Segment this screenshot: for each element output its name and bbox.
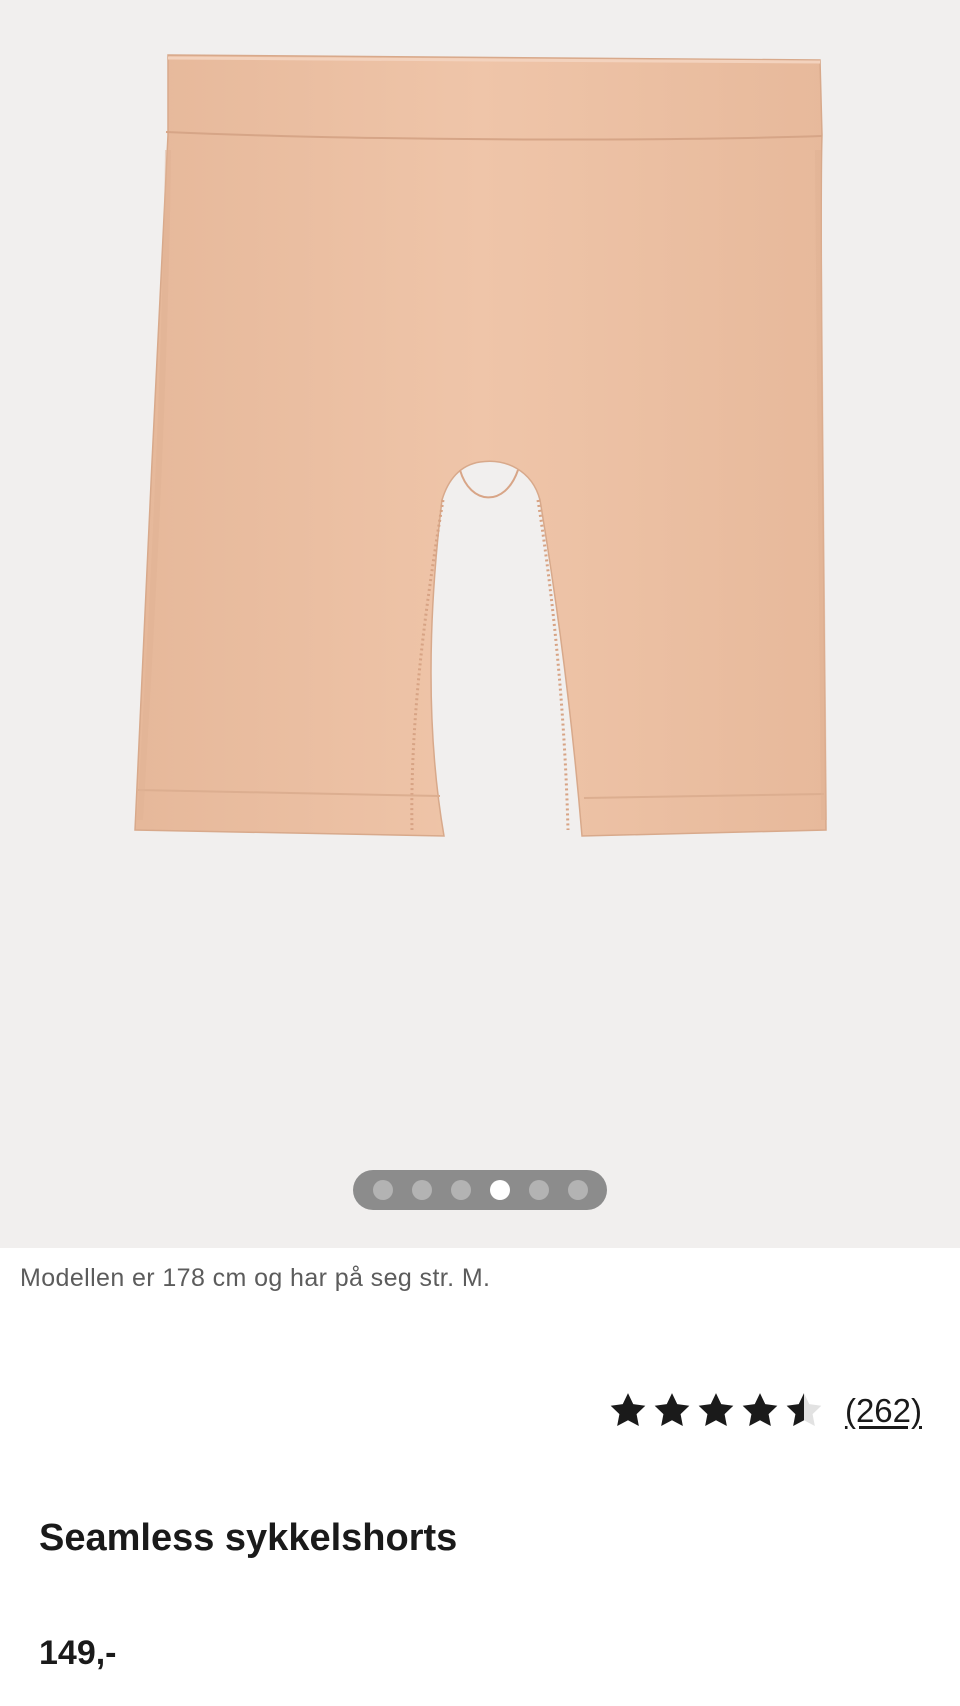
review-count-link[interactable]: (262): [845, 1392, 922, 1430]
product-price: 149,-: [39, 1634, 117, 1672]
product-title: Seamless sykkelshorts: [39, 1517, 458, 1559]
pagination-dot[interactable]: [528, 1180, 549, 1200]
star-half-icon: [786, 1393, 822, 1427]
product-image-gallery[interactable]: [0, 0, 960, 1248]
model-info-text: Modellen er 178 cm og har på seg str. M.: [20, 1264, 491, 1292]
pagination-dot[interactable]: [450, 1180, 471, 1200]
pagination-dot[interactable]: [411, 1180, 432, 1200]
rating-stars: [607, 1390, 825, 1432]
star-full-icon: [698, 1393, 734, 1427]
star-full-icon: [654, 1393, 690, 1427]
star-full-icon: [610, 1393, 646, 1427]
pagination-dot[interactable]: [372, 1180, 393, 1200]
image-pagination[interactable]: [353, 1170, 607, 1210]
product-rating[interactable]: (262): [607, 1390, 922, 1432]
product-image[interactable]: [0, 0, 960, 1248]
pagination-dot-active[interactable]: [489, 1180, 510, 1200]
pagination-dot[interactable]: [567, 1180, 588, 1200]
star-full-icon: [742, 1393, 778, 1427]
